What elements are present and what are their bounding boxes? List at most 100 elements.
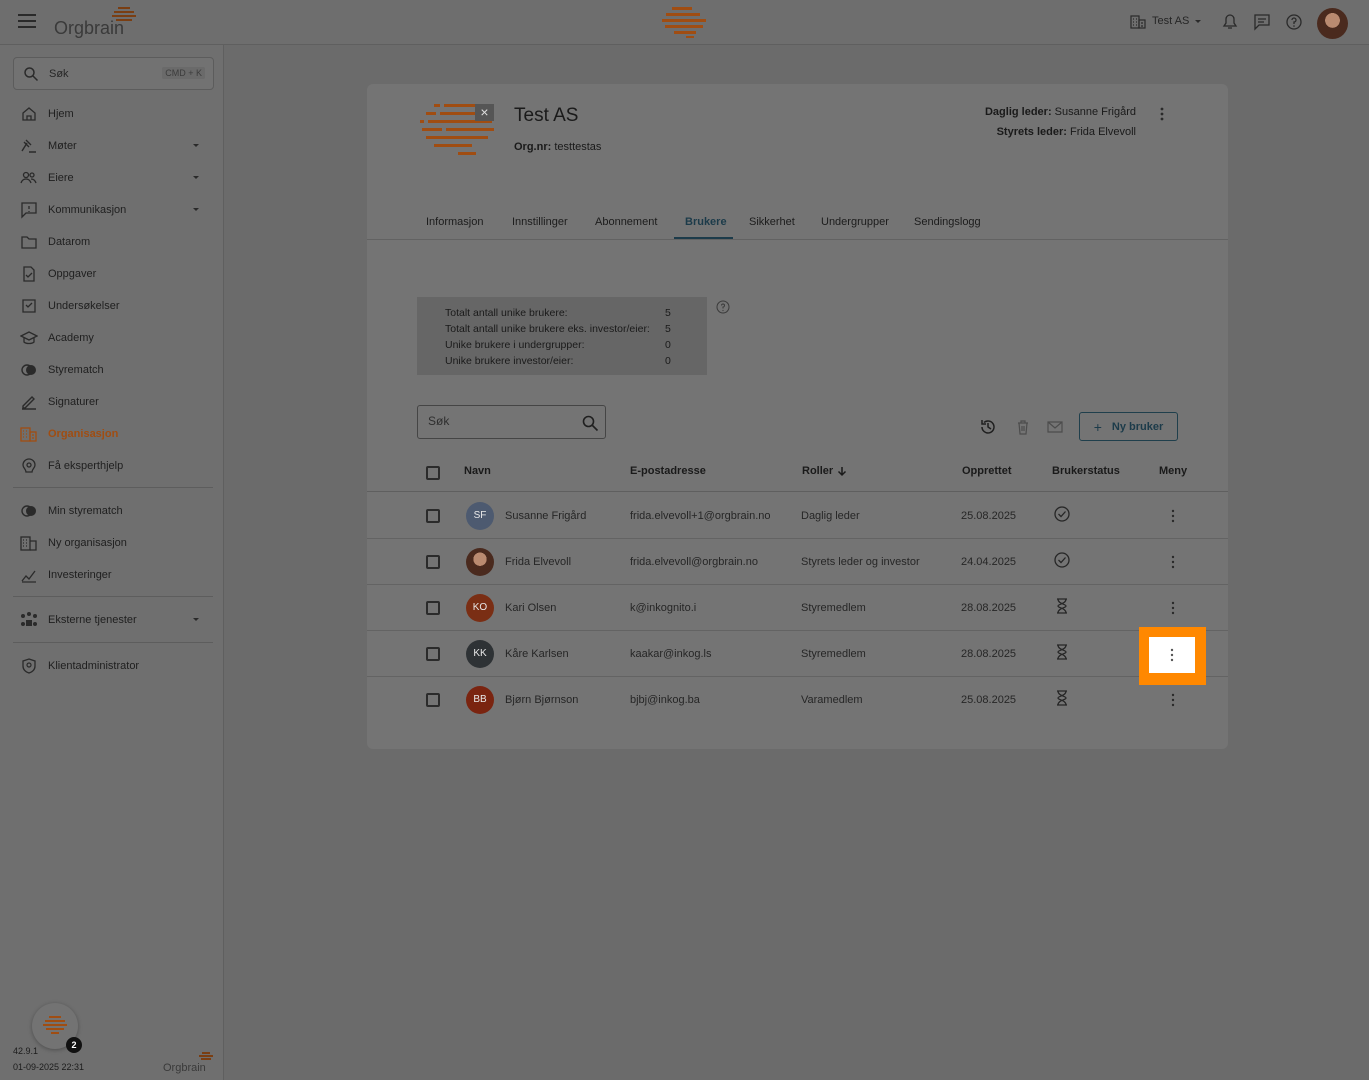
- row-more-options-icon[interactable]: [1168, 647, 1176, 663]
- row-checkbox[interactable]: [426, 693, 440, 707]
- stat-row: Unike brukere investor/eier: 0: [445, 353, 679, 369]
- chair-value: Frida Elvevoll: [1069, 126, 1136, 138]
- sidebar-item-undersokelser[interactable]: Undersøkelser: [13, 292, 213, 320]
- new-user-button[interactable]: + Ny bruker: [1079, 412, 1178, 441]
- user-role: Styrets leder og investor: [801, 556, 920, 568]
- column-header-opprettet[interactable]: Opprettet: [962, 465, 1012, 477]
- tab-sikkerhet[interactable]: Sikkerhet: [749, 216, 795, 228]
- tab-informasjon[interactable]: Informasjon: [426, 216, 483, 228]
- plus-icon: +: [1093, 418, 1102, 435]
- sidebar-item-organisasjon[interactable]: Organisasjon: [13, 420, 213, 448]
- sidebar-item-label: Styrematch: [48, 364, 104, 376]
- row-checkbox[interactable]: [426, 509, 440, 523]
- org-tabs: Informasjon Innstillinger Abonnement Bru…: [367, 209, 1228, 240]
- org-switcher[interactable]: Test AS: [1130, 13, 1202, 29]
- sidebar-item-academy[interactable]: Academy: [13, 324, 213, 352]
- remove-logo-button[interactable]: ×: [475, 104, 494, 121]
- sidebar-item-datarom[interactable]: Datarom: [13, 228, 213, 256]
- user-search-input[interactable]: [428, 414, 578, 428]
- column-header-meny: Meny: [1159, 465, 1188, 477]
- chat-icon[interactable]: [1253, 13, 1271, 31]
- brand-logo[interactable]: Orgbrain: [54, 6, 144, 40]
- avatar: KK: [466, 640, 494, 668]
- sidebar-item-min-styrematch[interactable]: Min styrematch: [13, 497, 213, 525]
- user-email: frida.elvevoll+1@orgbrain.no: [630, 510, 771, 522]
- sidebar-item-styrematch[interactable]: Styrematch: [13, 356, 213, 384]
- row-more-options-button-highlighted[interactable]: [1149, 637, 1195, 673]
- help-icon[interactable]: [716, 300, 730, 314]
- row-checkbox[interactable]: [426, 601, 440, 615]
- user-avatar[interactable]: [1317, 8, 1348, 39]
- column-header-navn[interactable]: Navn: [464, 465, 491, 477]
- sidebar-item-moter[interactable]: Møter: [13, 132, 213, 160]
- sidebar-item-eksterne-tjenester[interactable]: Eksterne tjenester: [13, 606, 213, 634]
- people-icon: [20, 171, 37, 184]
- sidebar-item-hjem[interactable]: Hjem: [13, 100, 213, 128]
- sidebar-item-signaturer[interactable]: Signaturer: [13, 388, 213, 416]
- tab-innstillinger[interactable]: Innstillinger: [512, 216, 568, 228]
- user-name: Kari Olsen: [505, 602, 557, 614]
- tab-sendingslogg[interactable]: Sendingslogg: [914, 216, 981, 228]
- hourglass-icon: [1057, 644, 1067, 660]
- hamburger-menu-icon[interactable]: [18, 14, 36, 30]
- sidebar-item-investeringer[interactable]: Investeringer: [13, 561, 213, 589]
- sidebar-item-ny-organisasjon[interactable]: Ny organisasjon: [13, 529, 213, 557]
- user-email: k@inkognito.i: [630, 602, 697, 614]
- services-icon: [21, 612, 37, 626]
- sidebar-item-oppgaver[interactable]: Oppgaver: [13, 260, 213, 288]
- row-more-options-icon[interactable]: [1169, 554, 1177, 570]
- sidebar-divider: [13, 596, 213, 597]
- row-more-options-icon[interactable]: [1169, 600, 1177, 616]
- task-icon: [23, 266, 35, 282]
- building-add-icon: [20, 536, 37, 551]
- assistant-fab[interactable]: 2: [32, 1003, 82, 1053]
- row-checkbox[interactable]: [426, 647, 440, 661]
- tab-undergrupper[interactable]: Undergrupper: [821, 216, 889, 228]
- delete-icon[interactable]: [1014, 418, 1032, 436]
- sidebar-item-label: Eiere: [48, 172, 74, 184]
- tab-abonnement[interactable]: Abonnement: [595, 216, 657, 228]
- user-email: bjbj@inkog.ba: [630, 694, 700, 706]
- org-more-options-icon[interactable]: [1157, 106, 1167, 122]
- top-bar: Orgbrain Test AS: [0, 0, 1369, 45]
- chevron-down-icon: [193, 144, 199, 147]
- leaders-info: Daglig leder: Susanne Frigård Styrets le…: [985, 102, 1136, 142]
- row-checkbox[interactable]: [426, 555, 440, 569]
- sidebar-item-kommunikasjon[interactable]: Kommunikasjon: [13, 196, 213, 224]
- building-icon: [1130, 15, 1146, 29]
- check-circle-icon: [1054, 506, 1070, 522]
- help-icon[interactable]: [1285, 13, 1303, 31]
- mail-icon[interactable]: [1046, 418, 1064, 436]
- table-row: BB Bjørn Bjørnson bjbj@inkog.ba Varamedl…: [367, 677, 1228, 723]
- sidebar-item-klientadministrator[interactable]: Klientadministrator: [13, 652, 213, 680]
- row-more-options-icon[interactable]: [1169, 508, 1177, 524]
- history-icon[interactable]: [979, 418, 997, 436]
- bell-icon[interactable]: [1221, 13, 1239, 31]
- graduation-cap-icon: [20, 331, 38, 345]
- table-row: SF Susanne Frigård frida.elvevoll+1@orgb…: [367, 493, 1228, 539]
- stat-label: Totalt antall unike brukere eks. investo…: [445, 323, 650, 335]
- user-role: Daglig leder: [801, 510, 860, 522]
- sidebar-item-label: Hjem: [48, 108, 74, 120]
- sidebar-item-label: Oppgaver: [48, 268, 97, 280]
- user-stats-box: Totalt antall unike brukere: 5 Totalt ant…: [417, 297, 707, 375]
- user-search-field[interactable]: [417, 405, 606, 439]
- column-header-roller[interactable]: Roller: [802, 465, 847, 477]
- stat-value: 5: [665, 307, 671, 319]
- sidebar-item-label: Min styrematch: [48, 505, 123, 517]
- tab-brukere[interactable]: Brukere: [685, 216, 727, 228]
- sidebar-item-label: Undersøkelser: [48, 300, 120, 312]
- sidebar-item-eiere[interactable]: Eiere: [13, 164, 213, 192]
- sidebar-divider: [13, 642, 213, 643]
- select-all-checkbox[interactable]: [426, 466, 440, 480]
- column-header-epost[interactable]: E-postadresse: [630, 465, 706, 477]
- search-shortcut: CMD + K: [162, 67, 205, 79]
- sidebar-item-label: Møter: [48, 140, 77, 152]
- sidebar-item-label: Academy: [48, 332, 94, 344]
- row-more-options-icon[interactable]: [1169, 692, 1177, 708]
- sidebar-search-input[interactable]: Søk CMD + K: [13, 57, 214, 90]
- user-role: Styremedlem: [801, 602, 866, 614]
- sidebar-item-eksperthjelp[interactable]: Få eksperthjelp: [13, 452, 213, 480]
- search-icon[interactable]: [581, 414, 599, 432]
- chevron-down-icon: [193, 208, 199, 211]
